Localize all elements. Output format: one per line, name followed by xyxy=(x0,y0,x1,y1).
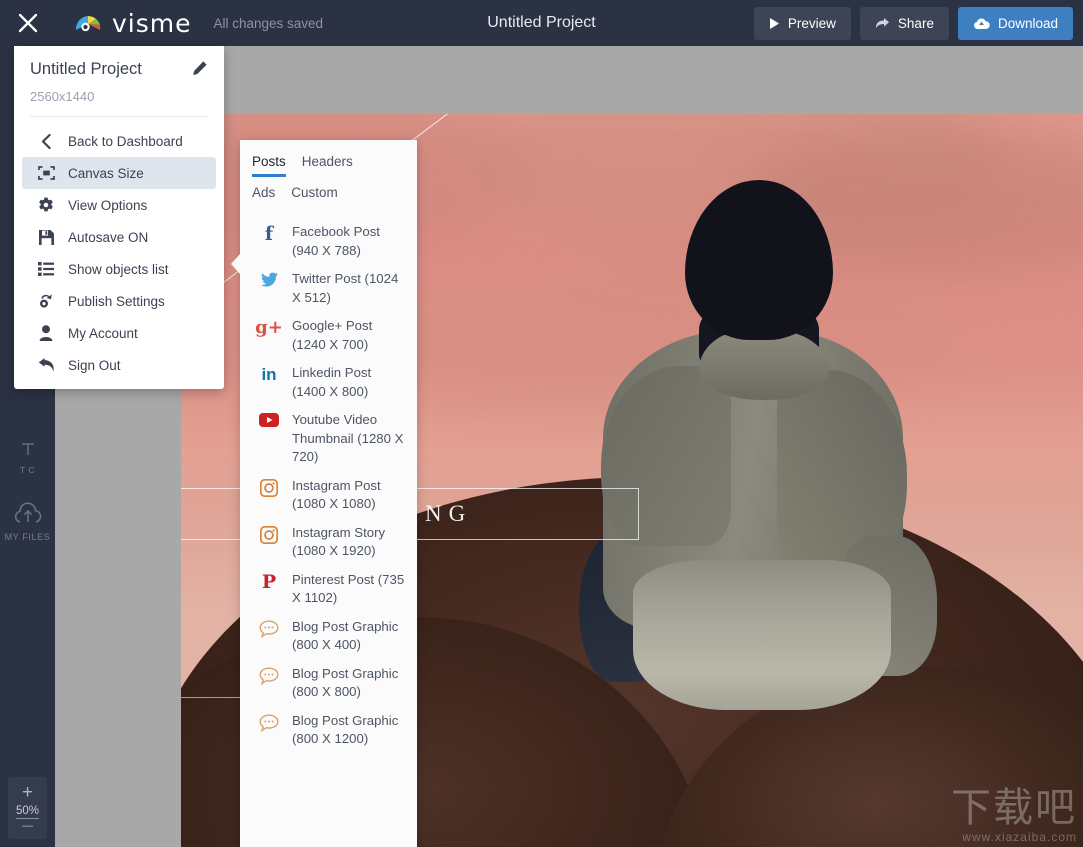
blog-icon xyxy=(258,618,280,638)
preset-label: Youtube Video Thumbnail (1280 X 720) xyxy=(292,412,404,464)
preview-label: Preview xyxy=(787,16,836,31)
preset-label: Google+ Post (1240 X 700) xyxy=(292,318,373,352)
text-icon xyxy=(0,436,55,462)
canvas-dimensions-value: 2560x1440 xyxy=(30,89,95,104)
preset-label: Instagram Post (1080 X 1080) xyxy=(292,477,381,512)
download-button[interactable]: Download xyxy=(957,7,1073,40)
canvas-size-flyout-panel: Posts Headers Ads Custom f Facebook Post… xyxy=(231,140,417,847)
menu-label: Autosave ON xyxy=(68,229,149,245)
blog-icon xyxy=(258,712,280,732)
menu-header: Untitled Project xyxy=(14,46,224,81)
list-item[interactable]: in Linkedin Post (1400 X 800) xyxy=(240,359,417,406)
list-item[interactable]: Youtube Video Thumbnail (1280 X 720) xyxy=(240,406,417,472)
save-disk-icon xyxy=(36,229,56,245)
sidebar-item-text-content[interactable]: T C xyxy=(0,430,55,475)
brand-name: visme xyxy=(112,8,192,38)
list-icon xyxy=(36,262,56,276)
linkedin-icon: in xyxy=(261,365,277,384)
twitter-icon xyxy=(258,270,280,288)
menu-item-view-options[interactable]: View Options xyxy=(22,189,216,221)
googleplus-icon: g+ xyxy=(255,317,283,338)
canvas-size-preset-list: f Facebook Post (940 X 788) Twitter Post… xyxy=(240,208,417,754)
save-status: All changes saved xyxy=(213,15,324,31)
menu-items-list: Back to Dashboard Canvas Size View Optio… xyxy=(14,117,224,381)
menu-item-autosave[interactable]: Autosave ON xyxy=(22,221,216,253)
list-item[interactable]: g+ Google+ Post (1240 X 700) xyxy=(240,312,417,359)
menu-label: My Account xyxy=(68,325,138,341)
project-name: Untitled Project xyxy=(30,60,142,78)
list-item[interactable]: Instagram Post (1080 X 1080) xyxy=(240,472,417,519)
zoom-control[interactable]: + 50% — xyxy=(8,777,47,839)
play-icon xyxy=(769,18,779,29)
share-button[interactable]: Share xyxy=(859,7,949,40)
canvas-size-icon xyxy=(36,166,56,180)
tab-ads[interactable]: Ads xyxy=(252,185,275,208)
list-item[interactable]: Blog Post Graphic (800 X 1200) xyxy=(240,707,417,754)
visme-logo-icon xyxy=(74,12,104,34)
top-actions: Preview Share Download xyxy=(753,7,1073,40)
preset-label: Blog Post Graphic (800 X 1200) xyxy=(292,712,399,747)
top-bar: visme All changes saved Untitled Project… xyxy=(0,0,1083,46)
download-label: Download xyxy=(997,16,1058,31)
preset-label: Instagram Story (1080 X 1920) xyxy=(292,524,386,559)
list-item[interactable]: P Pinterest Post (735 X 1102) xyxy=(240,566,417,613)
list-item[interactable]: Twitter Post (1024 X 512) xyxy=(240,265,417,312)
youtube-icon xyxy=(258,411,280,427)
sign-out-arrow-icon xyxy=(36,357,56,373)
project-menu-dropdown: Untitled Project 2560x1440 Back to Dashb… xyxy=(14,46,224,389)
preset-label: Linkedin Post (1400 X 800) xyxy=(292,365,372,399)
zoom-out-button[interactable]: — xyxy=(22,820,33,832)
close-icon xyxy=(18,13,38,33)
gear-icon xyxy=(36,197,56,213)
preset-label: Blog Post Graphic (800 X 800) xyxy=(292,665,399,700)
preset-label: Pinterest Post (735 X 1102) xyxy=(292,571,405,606)
instagram-icon xyxy=(258,524,280,544)
preview-button[interactable]: Preview xyxy=(753,7,851,40)
cloud-upload-icon xyxy=(0,499,55,529)
preset-label: Twitter Post (1024 X 512) xyxy=(292,271,399,305)
pinterest-icon: P xyxy=(261,570,277,593)
menu-item-canvas-size[interactable]: Canvas Size xyxy=(22,157,216,189)
menu-item-sign-out[interactable]: Sign Out xyxy=(22,349,216,381)
user-icon xyxy=(36,325,56,341)
menu-label: Sign Out xyxy=(68,357,121,373)
pencil-icon[interactable] xyxy=(192,60,208,81)
menu-item-publish-settings[interactable]: Publish Settings xyxy=(22,285,216,317)
menu-item-my-account[interactable]: My Account xyxy=(22,317,216,349)
brand-logo-group: visme xyxy=(74,9,192,38)
preset-label: Facebook Post (940 X 788) xyxy=(292,224,380,258)
share-label: Share xyxy=(897,16,934,31)
chevron-left-icon xyxy=(36,133,56,149)
menu-item-show-objects-list[interactable]: Show objects list xyxy=(22,253,216,285)
preset-category-tabs: Posts Headers Ads Custom xyxy=(240,140,417,208)
menu-label: Canvas Size xyxy=(68,165,144,181)
zoom-in-button[interactable]: + xyxy=(22,783,33,802)
tab-custom[interactable]: Custom xyxy=(291,185,338,208)
tab-headers[interactable]: Headers xyxy=(302,154,353,177)
publish-icon xyxy=(36,293,56,309)
sidebar-label-text-content: T C xyxy=(19,465,36,475)
instagram-icon xyxy=(258,477,280,497)
list-item[interactable]: Blog Post Graphic (800 X 400) xyxy=(240,613,417,660)
close-editor-button[interactable] xyxy=(0,0,56,46)
person-photo-subject xyxy=(579,180,937,710)
sidebar-item-my-files[interactable]: MY FILES xyxy=(0,493,55,542)
list-item[interactable]: Blog Post Graphic (800 X 800) xyxy=(240,660,417,707)
preset-label: Blog Post Graphic (800 X 400) xyxy=(292,618,399,653)
share-arrow-icon xyxy=(875,18,889,28)
menu-label: Show objects list xyxy=(68,261,169,277)
facebook-icon: f xyxy=(264,223,274,245)
tab-posts[interactable]: Posts xyxy=(252,154,286,177)
menu-label: Back to Dashboard xyxy=(68,133,183,149)
menu-item-back-to-dashboard[interactable]: Back to Dashboard xyxy=(22,125,216,157)
sidebar-label-my-files: MY FILES xyxy=(4,532,51,542)
list-item[interactable]: f Facebook Post (940 X 788) xyxy=(240,218,417,265)
cloud-download-icon xyxy=(973,18,990,29)
zoom-level-value: 50% xyxy=(15,805,40,819)
blog-icon xyxy=(258,665,280,685)
menu-label: View Options xyxy=(68,197,148,213)
list-item[interactable]: Instagram Story (1080 X 1920) xyxy=(240,519,417,566)
menu-label: Publish Settings xyxy=(68,293,165,309)
